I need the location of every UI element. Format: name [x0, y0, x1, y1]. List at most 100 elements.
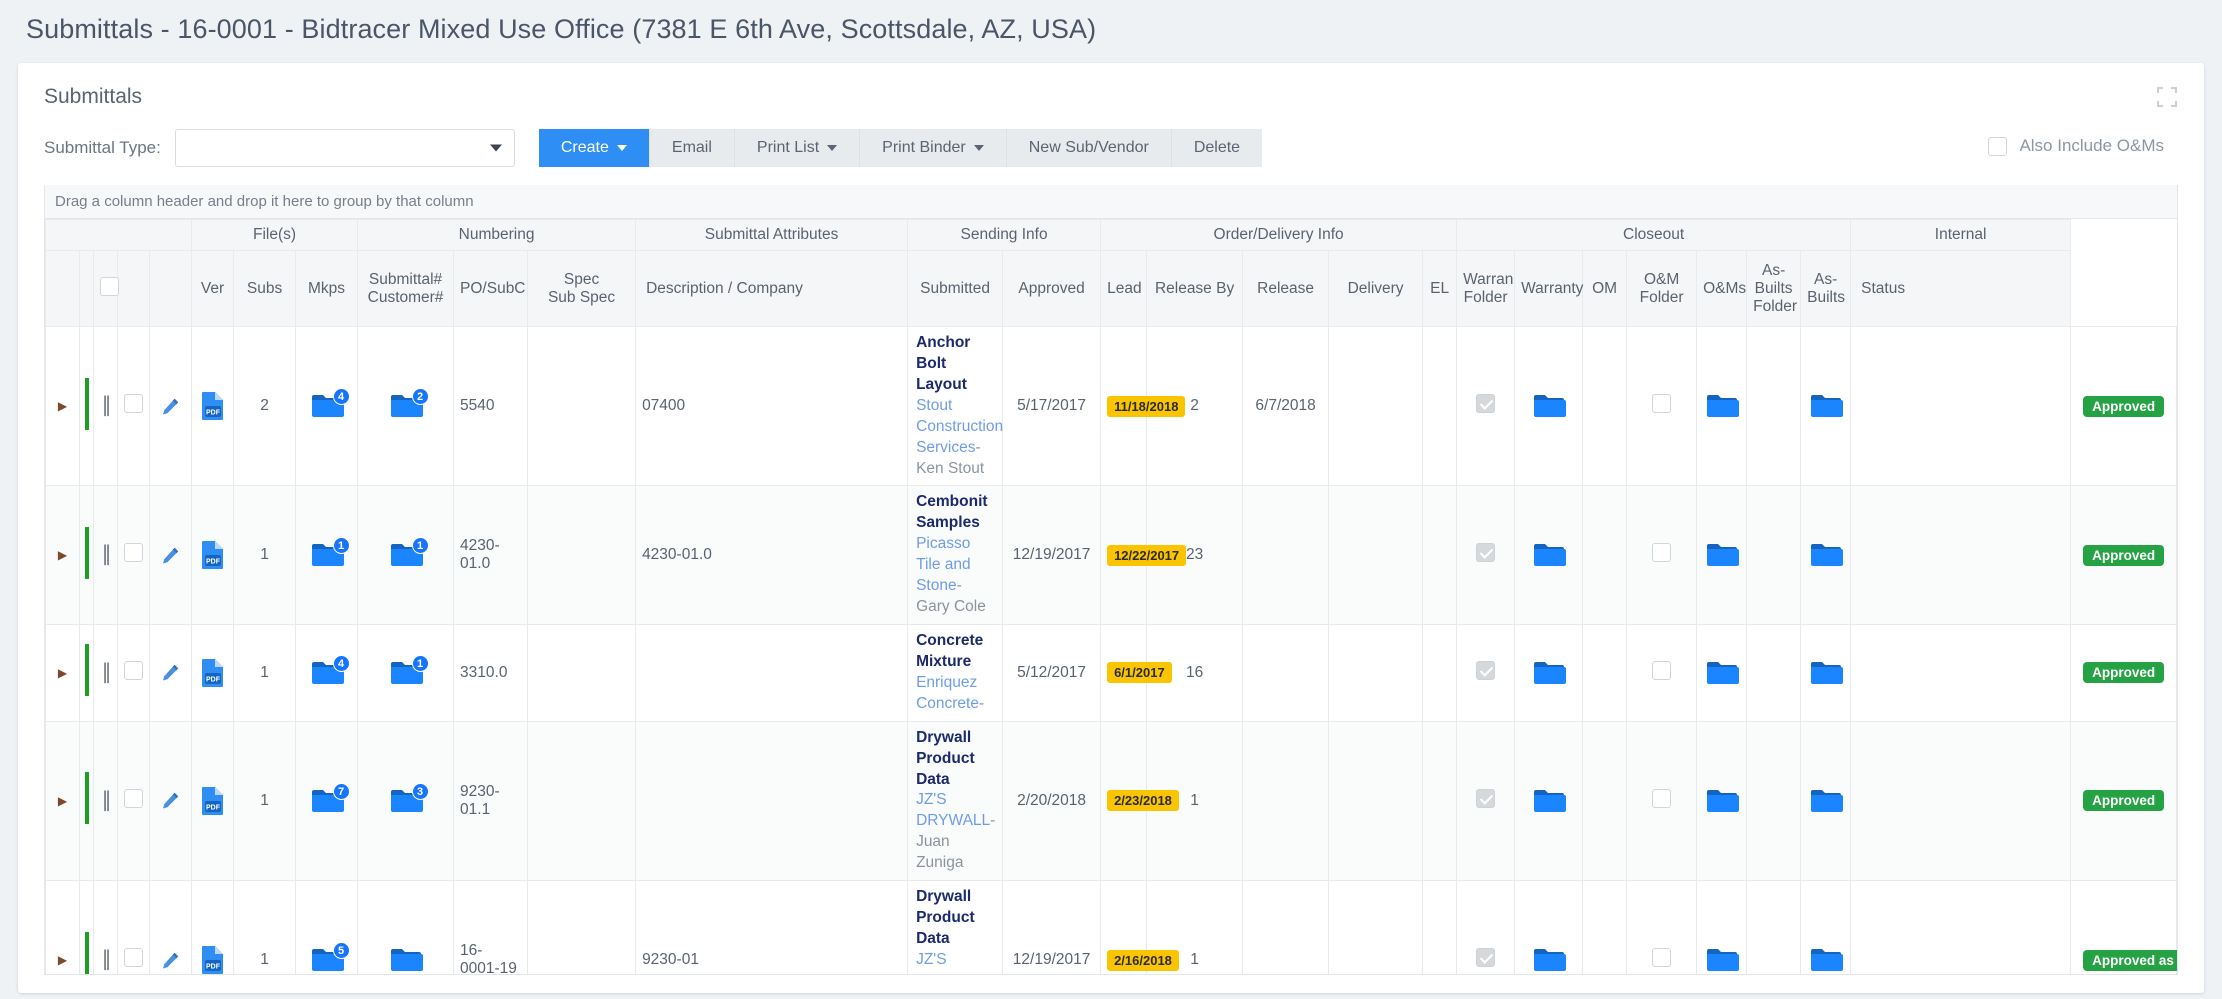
pdf-icon[interactable]: PDF: [200, 658, 226, 688]
cell-subs-folder[interactable]: 4: [295, 325, 359, 487]
cell-mkps-folder[interactable]: 1: [357, 623, 455, 722]
row-pdf-cell[interactable]: PDF: [191, 720, 235, 882]
column-header-as-builts[interactable]: As- Builts: [1800, 250, 1852, 327]
cell-om[interactable]: [1626, 485, 1698, 625]
cell-asbuilts-folder[interactable]: [1800, 720, 1852, 882]
row-drag-handle-cell[interactable]: ║: [93, 325, 118, 487]
expand-triangle-icon[interactable]: ▶: [58, 399, 67, 413]
submittal-description[interactable]: Drywall Product Data: [916, 728, 996, 791]
submittal-description[interactable]: Anchor Bolt Layout: [916, 333, 996, 396]
folder-icon[interactable]: [1532, 541, 1566, 569]
row-expander-cell[interactable]: ▶: [45, 325, 80, 487]
folder-icon[interactable]: [1532, 392, 1566, 420]
om-folder-wrap[interactable]: [1703, 659, 1740, 687]
cell-om[interactable]: [1626, 880, 1698, 974]
table-row[interactable]: ▶ ║ PDF 1 5 16-0001-19 9230-01 Drywall Product …: [45, 880, 2177, 974]
table-row[interactable]: ▶ ║ PDF 1 4 1 3310.0 Concrete Mixture Enriquez C…: [45, 623, 2177, 722]
drag-handle-icon[interactable]: ║: [100, 396, 112, 415]
el-checkbox[interactable]: [1476, 543, 1496, 563]
expand-triangle-icon[interactable]: ▶: [58, 548, 67, 562]
expand-triangle-icon[interactable]: ▶: [58, 666, 67, 680]
column-header-description-company[interactable]: Description / Company: [635, 250, 909, 327]
drag-handle-icon[interactable]: ║: [100, 791, 112, 810]
mkps-folder-wrap[interactable]: [364, 946, 447, 974]
row-expander-cell[interactable]: ▶: [45, 485, 80, 625]
edit-icon-wrap[interactable]: [156, 663, 185, 682]
row-expander-cell[interactable]: ▶: [45, 880, 80, 974]
folder-icon[interactable]: [1809, 659, 1843, 687]
group-by-dropzone[interactable]: Drag a column header and drop it here to…: [45, 185, 2177, 219]
cell-warranty-folder[interactable]: [1514, 880, 1584, 974]
row-pdf-cell[interactable]: PDF: [191, 880, 235, 974]
row-select-cell[interactable]: [117, 720, 150, 882]
row-expander-cell[interactable]: ▶: [45, 720, 80, 882]
company-link[interactable]: Enriquez Concrete: [916, 674, 979, 712]
row-drag-handle-cell[interactable]: ║: [93, 880, 118, 974]
row-pdf-cell[interactable]: PDF: [191, 485, 235, 625]
row-edit-cell[interactable]: [148, 623, 193, 722]
column-header-release-by[interactable]: Release By: [1146, 250, 1244, 327]
column-header-blank-4[interactable]: [148, 250, 193, 327]
mkps-folder-wrap[interactable]: 2: [364, 388, 447, 420]
warranty-folder-wrap[interactable]: [1521, 659, 1576, 687]
asbuilts-folder-wrap[interactable]: [1807, 659, 1844, 687]
folder-icon[interactable]: 1: [389, 537, 429, 569]
cell-warranty-folder[interactable]: [1514, 623, 1584, 722]
om-checkbox[interactable]: [1652, 660, 1672, 680]
warranty-folder-wrap[interactable]: [1521, 787, 1576, 815]
row-select-cell[interactable]: [117, 325, 150, 487]
el-checkbox[interactable]: [1476, 660, 1496, 680]
folder-icon[interactable]: [1705, 659, 1739, 687]
el-checkbox[interactable]: [1476, 948, 1496, 968]
asbuilts-folder-wrap[interactable]: [1807, 392, 1844, 420]
cell-om-folder[interactable]: [1696, 325, 1748, 487]
warranty-folder-wrap[interactable]: [1521, 946, 1576, 974]
folder-icon[interactable]: 4: [310, 388, 350, 420]
edit-icon-wrap[interactable]: [156, 791, 185, 810]
edit-pencil-icon[interactable]: [161, 397, 180, 416]
submittal-description[interactable]: Concrete Mixture: [916, 631, 996, 673]
cell-mkps-folder[interactable]: 1: [357, 485, 455, 625]
column-header-blank-2[interactable]: [93, 250, 119, 327]
cell-warranty-folder[interactable]: [1514, 720, 1584, 882]
edit-icon-wrap[interactable]: [156, 397, 185, 416]
column-header-o-m-folder[interactable]: O&M Folder: [1626, 250, 1698, 327]
subs-folder-wrap[interactable]: 7: [302, 782, 351, 815]
table-row[interactable]: ▶ ║ PDF 2 4 2 5540 07400 Anchor Bolt Layout Stout…: [45, 325, 2177, 487]
column-header-ver[interactable]: Ver: [191, 250, 235, 327]
company-link[interactable]: Stout Construction Services: [916, 397, 1003, 456]
row-select-cell[interactable]: [117, 485, 150, 625]
folder-icon[interactable]: 4: [310, 654, 350, 687]
row-drag-handle-cell[interactable]: ║: [93, 623, 118, 722]
pdf-icon-wrap[interactable]: PDF: [198, 658, 227, 688]
column-header-om[interactable]: OM: [1582, 250, 1628, 327]
submittal-type-select[interactable]: [174, 129, 515, 167]
subs-folder-wrap[interactable]: 1: [302, 537, 351, 569]
also-include-oms-checkbox[interactable]: [1988, 136, 2008, 156]
row-edit-cell[interactable]: [148, 720, 193, 882]
folder-icon[interactable]: [1705, 392, 1739, 420]
company-link[interactable]: Picasso Tile and Stone: [916, 535, 971, 594]
edit-icon-wrap[interactable]: [156, 546, 185, 565]
column-header-delivery[interactable]: Delivery: [1328, 250, 1424, 327]
subs-folder-wrap[interactable]: 4: [302, 388, 351, 420]
folder-icon[interactable]: [1809, 946, 1843, 974]
pdf-icon-wrap[interactable]: PDF: [198, 786, 227, 816]
column-header-status[interactable]: Status: [1850, 250, 2072, 327]
also-include-oms-group[interactable]: Also Include O&Ms: [1988, 136, 2164, 156]
table-row[interactable]: ▶ ║ PDF 1 7 3 9230-01.1 Drywall Product Data JZ'…: [45, 720, 2177, 882]
toolbar-button-print-list[interactable]: Print List: [734, 129, 861, 167]
row-drag-handle-cell[interactable]: ║: [93, 485, 118, 625]
pdf-icon[interactable]: PDF: [200, 540, 226, 570]
folder-icon[interactable]: [1809, 787, 1843, 815]
drag-handle-icon[interactable]: ║: [100, 545, 112, 564]
pdf-icon-wrap[interactable]: PDF: [198, 945, 227, 974]
toolbar-button-print-binder[interactable]: Print Binder: [860, 129, 1007, 167]
expand-icon[interactable]: [2156, 86, 2178, 108]
cell-warranty-folder[interactable]: [1514, 325, 1584, 487]
column-header-subs[interactable]: Subs: [233, 250, 297, 327]
cell-om-folder[interactable]: [1696, 623, 1748, 722]
subs-folder-wrap[interactable]: 5: [302, 942, 351, 974]
cell-om[interactable]: [1626, 623, 1698, 722]
folder-icon[interactable]: 7: [310, 782, 350, 815]
